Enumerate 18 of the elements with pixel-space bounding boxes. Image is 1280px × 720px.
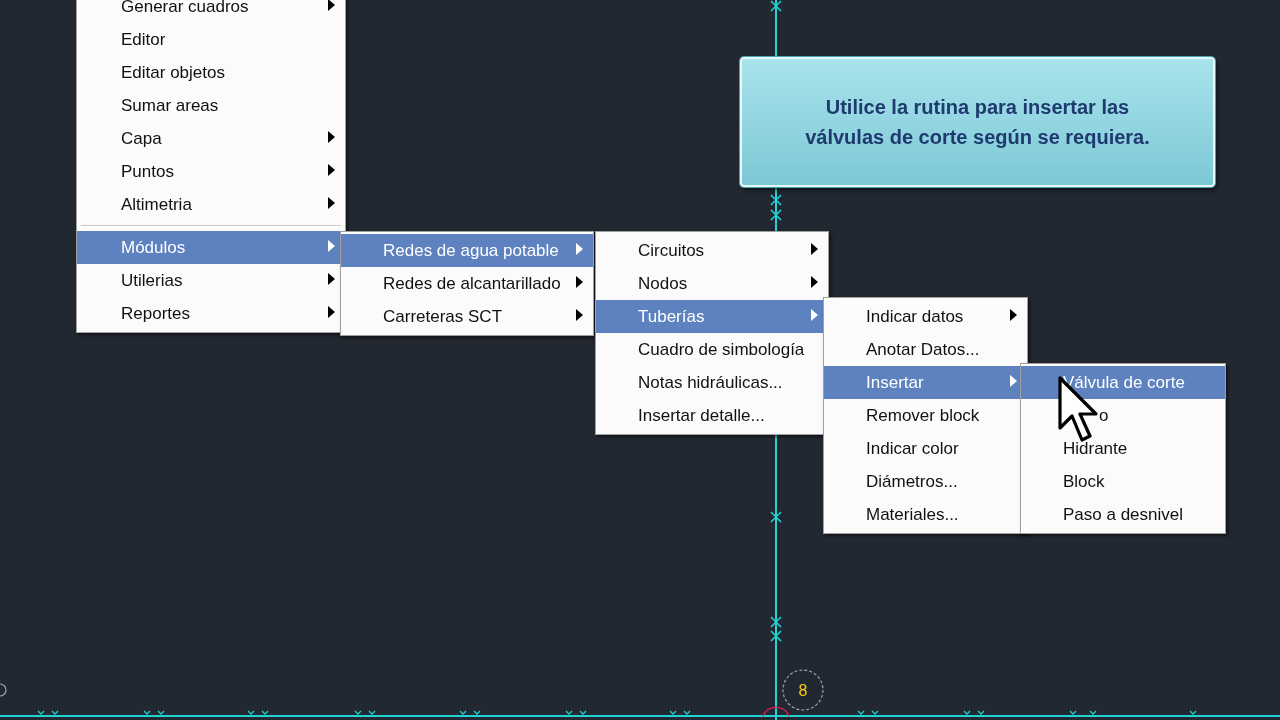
menu-item[interactable]: Circuitos	[596, 234, 828, 267]
menu-item[interactable]: Generar cuadros	[77, 0, 345, 23]
menu-item[interactable]: Hidrante	[1021, 432, 1225, 465]
menu-item[interactable]: Altimetria	[77, 188, 345, 221]
menu-item[interactable]: Puntos	[77, 155, 345, 188]
menu-item[interactable]: Paso a desnivel	[1021, 498, 1225, 531]
menu-item[interactable]: Redes de agua potable	[341, 234, 593, 267]
drawing-label: 8	[798, 682, 808, 699]
menu-item[interactable]: Editor	[77, 23, 345, 56]
menu-item[interactable]: Nodos	[596, 267, 828, 300]
menu-item[interactable]: Anotar Datos...	[824, 333, 1027, 366]
menu-item[interactable]: Sumar areas	[77, 89, 345, 122]
menu-item[interactable]: Válvula de corte	[1021, 366, 1225, 399]
menu-item[interactable]: o	[1021, 399, 1225, 432]
callout-text: Utilice la rutina para insertar las válvulas de corte según se requiera.	[804, 95, 1151, 150]
menu-item[interactable]: Editar objetos	[77, 56, 345, 89]
menu-item[interactable]: Block	[1021, 465, 1225, 498]
menu-item[interactable]: Capa	[77, 122, 345, 155]
